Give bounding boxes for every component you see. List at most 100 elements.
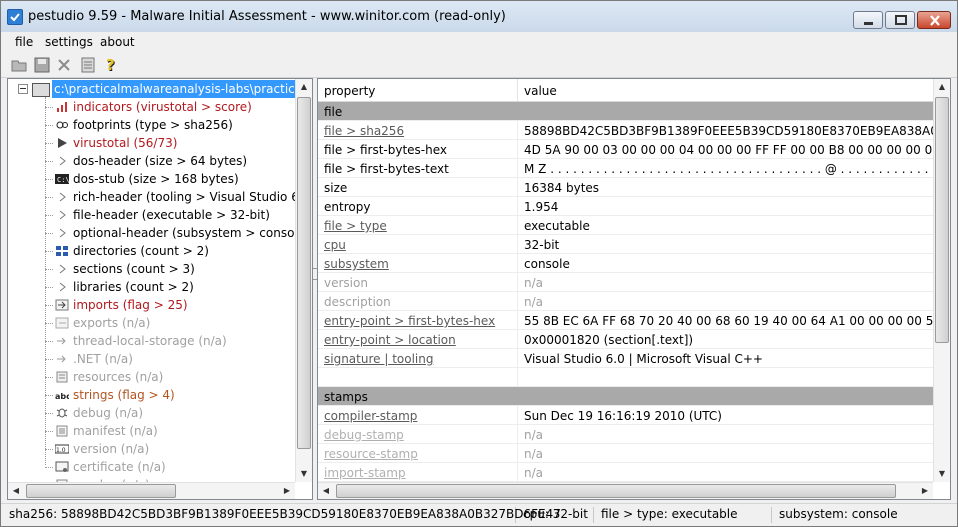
property-table[interactable]: property value file file > sha256 58898BD4…: [317, 78, 951, 500]
tree-item[interactable]: libraries (count > 2): [8, 278, 298, 296]
help-icon[interactable]: ??: [103, 56, 121, 74]
tree-item[interactable]: dos-header (size > 64 bytes): [8, 152, 298, 170]
tree-scroll-thumb[interactable]: [297, 97, 311, 449]
property-cell[interactable]: resource-stamp: [324, 447, 514, 461]
scroll-right-icon[interactable]: ▶: [917, 483, 933, 499]
table-row[interactable]: import-stamp n/a: [318, 463, 934, 482]
scroll-left-icon[interactable]: ◀: [8, 483, 24, 499]
table-row[interactable]: file > first-bytes-hex 4D 5A 90 00 03 00 …: [318, 140, 934, 159]
table-row[interactable]: version n/a: [318, 273, 934, 292]
column-divider: [517, 216, 518, 235]
table-scroll-thumb[interactable]: [935, 97, 949, 343]
tree-item[interactable]: optional-header (subsystem > console): [8, 224, 298, 242]
table-vertical-scrollbar[interactable]: ▲ ▼: [933, 79, 950, 482]
scroll-up-icon[interactable]: ▲: [296, 79, 312, 95]
tree-item[interactable]: manifest (n/a): [8, 422, 298, 440]
tree-vertical-scrollbar[interactable]: ▲ ▼: [295, 79, 312, 482]
menu-about[interactable]: about: [100, 35, 135, 49]
open-folder-icon[interactable]: [11, 56, 29, 74]
scroll-left-icon[interactable]: ◀: [318, 483, 334, 499]
svg-text:?: ?: [106, 56, 115, 74]
property-cell[interactable]: signature | tooling: [324, 352, 514, 366]
scroll-down-icon[interactable]: ▼: [296, 466, 312, 482]
tree-item[interactable]: imports (flag > 25): [8, 296, 298, 314]
tree-item[interactable]: certificate (n/a): [8, 458, 298, 476]
property-cell[interactable]: entry-point > location: [324, 333, 514, 347]
table-row[interactable]: debug-stamp n/a: [318, 425, 934, 444]
column-header-value[interactable]: value: [524, 84, 557, 98]
tree-hscroll-thumb[interactable]: [26, 484, 176, 498]
table-row[interactable]: size 16384 bytes: [318, 178, 934, 197]
table-row[interactable]: compiler-stamp Sun Dec 19 16:16:19 2010 (…: [318, 406, 934, 425]
tree-root[interactable]: c:\practicalmalwareanalysis-labs\practic…: [8, 80, 298, 98]
menu-settings[interactable]: settings: [45, 35, 93, 49]
table-row[interactable]: file > type executable: [318, 216, 934, 235]
tree-item[interactable]: thread-local-storage (n/a): [8, 332, 298, 350]
minimize-button[interactable]: [853, 11, 883, 29]
close-icon[interactable]: [55, 56, 73, 74]
table-row[interactable]: entry-point > location 0x00001820 (sectio…: [318, 330, 934, 349]
tree-item-label: imports (flag > 25): [73, 298, 188, 312]
tree-item[interactable]: virustotal (56/73): [8, 134, 298, 152]
property-cell[interactable]: entry-point > first-bytes-hex: [324, 314, 514, 328]
property-cell[interactable]: cpu: [324, 238, 514, 252]
close-button[interactable]: [917, 11, 951, 29]
tree-item[interactable]: indicators (virustotal > score): [8, 98, 298, 116]
table-hscroll-thumb[interactable]: [336, 484, 896, 498]
table-row[interactable]: cpu 32-bit: [318, 235, 934, 254]
tree-item-label: resources (n/a): [73, 370, 164, 384]
scroll-down-icon[interactable]: ▼: [934, 466, 950, 482]
table-group-row[interactable]: stamps: [318, 387, 934, 406]
tree-connector: [45, 467, 53, 468]
property-cell[interactable]: file > sha256: [324, 124, 514, 138]
maximize-button[interactable]: [885, 11, 915, 29]
table-row[interactable]: signature | tooling Visual Studio 6.0 | M…: [318, 349, 934, 368]
table-row[interactable]: entropy 1.954: [318, 197, 934, 216]
table-row[interactable]: [318, 368, 934, 387]
collapse-icon[interactable]: [18, 84, 28, 94]
tree-item[interactable]: footprints (type > sha256): [8, 116, 298, 134]
table-horizontal-scrollbar[interactable]: ◀ ▶: [318, 482, 933, 499]
save-icon[interactable]: [33, 56, 51, 74]
tree-pane[interactable]: c:\practicalmalwareanalysis-labs\practic…: [7, 78, 313, 500]
tree-item[interactable]: resources (n/a): [8, 368, 298, 386]
title-bar[interactable]: pestudio 9.59 - Malware Initial Assessme…: [1, 1, 957, 33]
list-icon[interactable]: [79, 56, 97, 74]
tree-item[interactable]: abc strings (flag > 4): [8, 386, 298, 404]
property-cell[interactable]: subsystem: [324, 257, 514, 271]
property-cell[interactable]: file > type: [324, 219, 514, 233]
property-cell: stamps: [324, 390, 368, 404]
tree-item[interactable]: rich-header (tooling > Visual Studio 6.0…: [8, 188, 298, 206]
tree-item-label: dos-stub (size > 168 bytes): [73, 172, 239, 186]
tree-item-label: thread-local-storage (n/a): [73, 334, 227, 348]
table-row[interactable]: resource-stamp n/a: [318, 444, 934, 463]
tree-item[interactable]: 1.0 version (n/a): [8, 440, 298, 458]
property-cell: size: [324, 181, 348, 195]
tree-item[interactable]: C:\ dos-stub (size > 168 bytes): [8, 170, 298, 188]
column-header-property[interactable]: property: [324, 84, 375, 98]
table-row[interactable]: file > sha256 58898BD42C5BD3BF9B1389F0EEE…: [318, 121, 934, 140]
tree-item[interactable]: exports (n/a): [8, 314, 298, 332]
property-cell[interactable]: import-stamp: [324, 466, 514, 480]
tree-horizontal-scrollbar[interactable]: ◀ ▶: [8, 482, 295, 499]
table-row[interactable]: description n/a: [318, 292, 934, 311]
tree-item[interactable]: .NET (n/a): [8, 350, 298, 368]
app-window: pestudio 9.59 - Malware Initial Assessme…: [0, 0, 958, 527]
table-row[interactable]: subsystem console: [318, 254, 934, 273]
property-cell[interactable]: debug-stamp: [324, 428, 514, 442]
tree-item[interactable]: directories (count > 2): [8, 242, 298, 260]
column-divider: [517, 425, 518, 444]
tree-item[interactable]: debug (n/a): [8, 404, 298, 422]
checkmark-icon: [7, 9, 23, 25]
tree-item[interactable]: sections (count > 3): [8, 260, 298, 278]
minimize-icon: [864, 22, 873, 25]
tree-item[interactable]: file-header (executable > 32-bit): [8, 206, 298, 224]
scroll-up-icon[interactable]: ▲: [934, 79, 950, 95]
scroll-right-icon[interactable]: ▶: [279, 483, 295, 499]
property-cell[interactable]: compiler-stamp: [324, 409, 514, 423]
table-group-row[interactable]: file: [318, 102, 934, 121]
menu-file[interactable]: file: [15, 35, 33, 49]
table-row[interactable]: entry-point > first-bytes-hex 55 8B EC 6A…: [318, 311, 934, 330]
table-row[interactable]: file > first-bytes-text M Z . . . . . . .…: [318, 159, 934, 178]
tree-connector: [45, 107, 53, 108]
